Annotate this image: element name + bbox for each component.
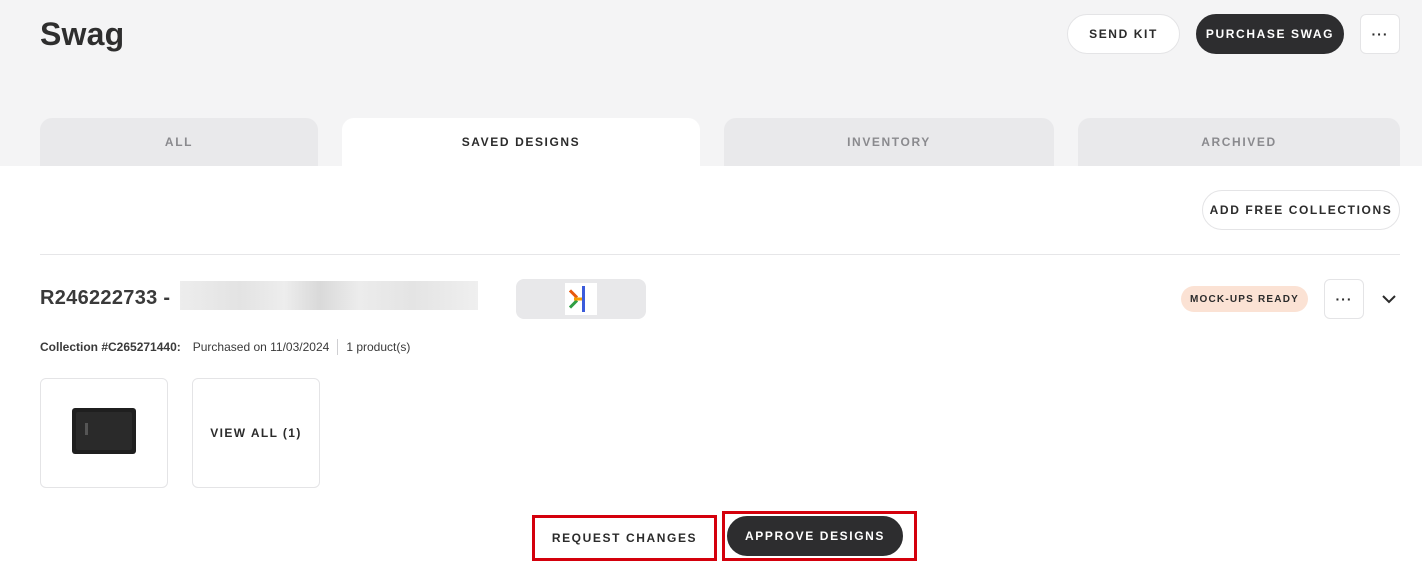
purchase-date: Purchased on 11/03/2024	[192, 340, 330, 354]
meta-separator	[337, 339, 339, 355]
collection-more-button[interactable]: ···	[1324, 279, 1364, 319]
tab-saved-designs[interactable]: SAVED DESIGNS	[342, 118, 700, 166]
status-badge: MOCK-UPS READY	[1181, 286, 1308, 312]
view-all-label: VIEW ALL (1)	[210, 426, 302, 440]
more-horizontal-icon: ···	[1371, 26, 1389, 42]
collection-order-id: R246222733 -	[40, 287, 171, 309]
product-count: 1 product(s)	[346, 340, 411, 354]
tab-all[interactable]: ALL	[40, 118, 318, 166]
redacted-collection-name	[180, 281, 478, 310]
approve-designs-button[interactable]: APPROVE DESIGNS	[727, 516, 903, 556]
collection-meta: Collection #C265271440: Purchased on 11/…	[40, 339, 410, 355]
header-more-button[interactable]: ···	[1360, 14, 1400, 54]
product-thumbnail	[71, 406, 137, 461]
tab-archived[interactable]: ARCHIVED	[1078, 118, 1400, 166]
product-card[interactable]	[40, 378, 168, 488]
view-all-card[interactable]: VIEW ALL (1)	[192, 378, 320, 488]
more-horizontal-icon: ···	[1335, 291, 1353, 307]
send-kit-button[interactable]: SEND KIT	[1067, 14, 1180, 54]
company-logo-box	[516, 279, 646, 319]
collection-number: Collection #C265271440:	[40, 340, 181, 354]
chevron-down-icon[interactable]	[1380, 290, 1398, 308]
request-changes-button[interactable]: REQUEST CHANGES	[535, 518, 714, 558]
asterisk-logo-icon	[565, 283, 597, 315]
section-divider	[40, 254, 1400, 255]
add-free-collections-button[interactable]: ADD FREE COLLECTIONS	[1202, 190, 1400, 230]
tab-inventory[interactable]: INVENTORY	[724, 118, 1054, 166]
purchase-swag-button[interactable]: PURCHASE SWAG	[1196, 14, 1344, 54]
page-title: Swag	[40, 16, 125, 52]
